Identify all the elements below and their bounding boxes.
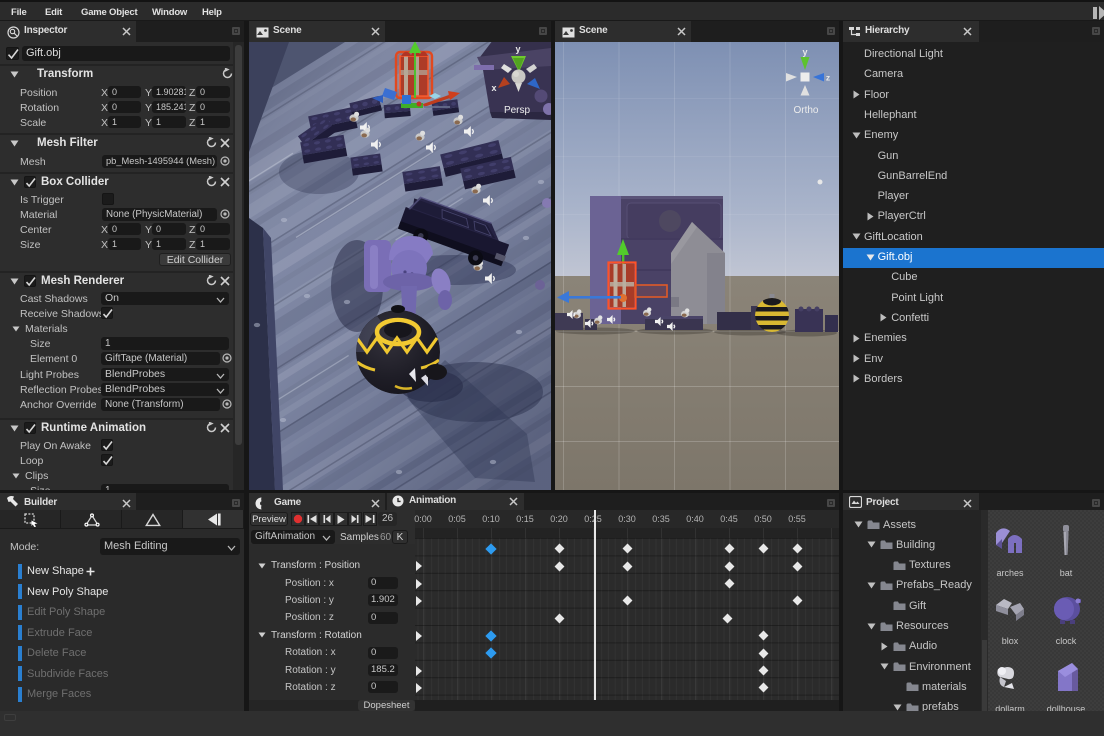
svg-text:z: z [826,73,830,83]
svg-text:Persp: Persp [504,105,531,116]
svg-text:y: y [515,44,520,54]
svg-text:y: y [802,47,807,57]
svg-text:Ortho: Ortho [793,105,818,116]
svg-text:x: x [491,83,496,93]
